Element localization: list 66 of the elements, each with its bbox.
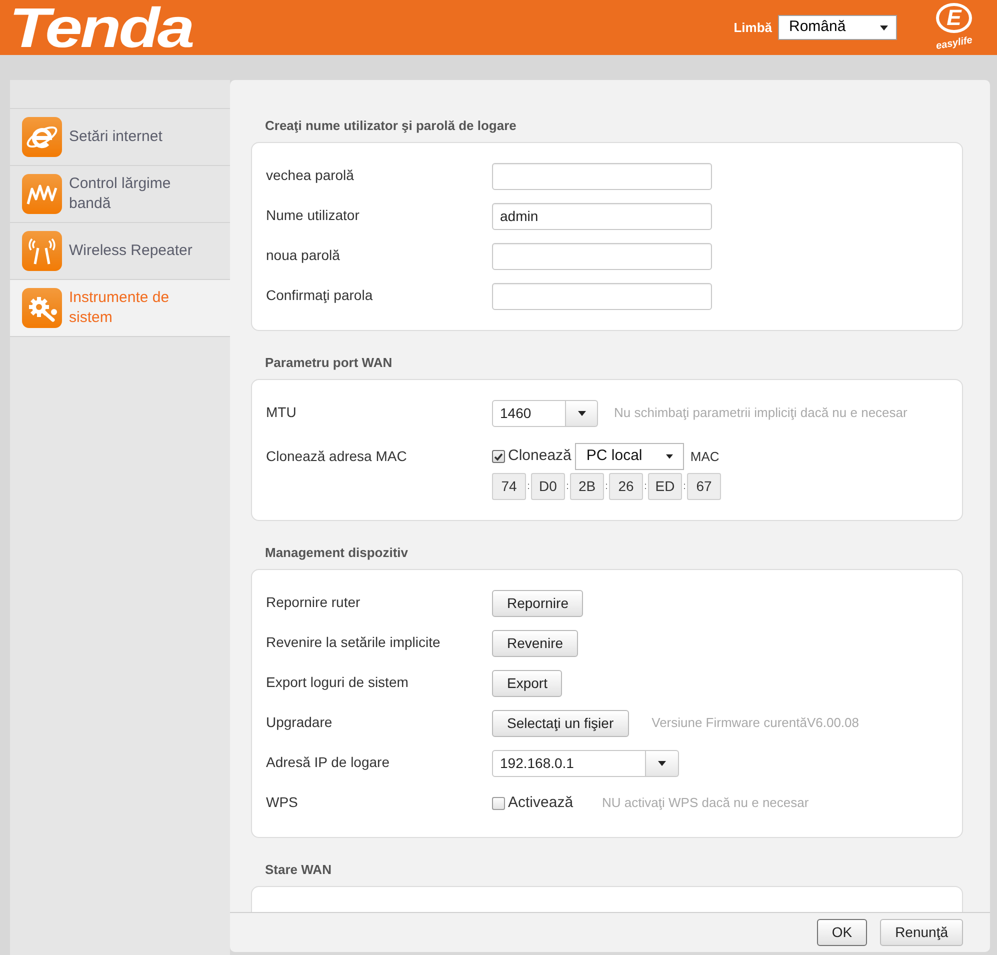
mac-octet-field[interactable]: 26 xyxy=(609,473,643,500)
caret-down-icon xyxy=(880,24,888,30)
action-button[interactable]: Repornire xyxy=(492,590,584,616)
mac-separator: : xyxy=(643,480,648,494)
action-button[interactable]: Selectaţi un fişier xyxy=(492,710,629,736)
checkbox-label: Clonează xyxy=(508,446,572,466)
mac-separator: : xyxy=(682,480,687,494)
field-label: MTU xyxy=(266,404,296,420)
logo-letter: E xyxy=(936,2,972,32)
tenda-logo: Tenda xyxy=(9,0,192,56)
mac-octet-field[interactable]: 67 xyxy=(687,473,721,500)
sidebar-item[interactable]: Setări internet xyxy=(10,109,230,166)
action-button[interactable]: Revenire xyxy=(492,630,578,656)
field-label: Nume utilizator xyxy=(266,207,360,223)
mac-separator: : xyxy=(604,480,609,494)
field-label: vechea parolă xyxy=(266,167,354,183)
text-field[interactable] xyxy=(492,162,712,190)
combo-input[interactable]: 1460 xyxy=(492,400,566,426)
dropdown-button[interactable] xyxy=(566,400,598,426)
field-label: Adresă IP de logare xyxy=(266,754,390,770)
field-label: Upgradare xyxy=(266,714,332,730)
language-label: Limbă xyxy=(734,18,772,37)
mac-octet-field[interactable]: 2B xyxy=(570,473,604,500)
field-label: Revenire la setările implicite xyxy=(266,634,440,650)
footer-button[interactable]: OK xyxy=(816,919,868,946)
hint-text: Versiune Firmware curentăV6.00.08 xyxy=(652,714,859,732)
antenna-icon xyxy=(22,231,62,271)
dropdown-button[interactable] xyxy=(646,750,679,776)
section-title: Parametru port WAN xyxy=(265,354,392,372)
hint-text: NU activaţi WPS dacă nu e necesar xyxy=(602,794,809,812)
text-field[interactable]: admin xyxy=(492,202,712,230)
section-title: Stare WAN xyxy=(265,861,332,880)
section-title: Management dispozitiv xyxy=(265,544,408,562)
caret-down-icon xyxy=(658,760,666,766)
mac-octet-field[interactable]: D0 xyxy=(531,473,565,500)
combo-input[interactable]: 192.168.0.1 xyxy=(492,750,646,776)
e-orbit-icon xyxy=(22,117,62,157)
checkmark-icon xyxy=(494,452,503,460)
field-label: noua parolă xyxy=(266,247,340,263)
sidebar-item[interactable]: Control lărgime bandă xyxy=(10,166,230,223)
gear-wrench-icon xyxy=(22,288,62,328)
hint-text: Nu schimbaţi parametrii impliciţi dacă nu e necesar xyxy=(614,404,908,422)
text-field[interactable] xyxy=(492,242,712,270)
section-title: Creaţi nume utilizator şi parolă de logare xyxy=(265,117,516,136)
mac-separator: : xyxy=(565,480,570,494)
text-field[interactable] xyxy=(492,282,712,310)
language-select[interactable]: Română xyxy=(778,15,897,40)
dropdown-select[interactable]: PC local xyxy=(575,443,684,470)
checkbox[interactable] xyxy=(492,796,505,810)
footer-button[interactable]: Renunţă xyxy=(880,919,963,946)
field-label: Clonează adresa MAC xyxy=(266,448,407,464)
mac-octet-field[interactable]: ED xyxy=(648,473,682,500)
field-label: Confirmaţi parola xyxy=(266,287,373,303)
caret-down-icon xyxy=(666,454,674,459)
checkbox-label: Activează xyxy=(508,792,574,813)
field-label: Repornire ruter xyxy=(266,594,360,610)
checkbox[interactable] xyxy=(492,450,505,463)
field-label: Export loguri de sistem xyxy=(266,674,408,690)
caret-down-icon xyxy=(578,410,586,416)
mac-separator: : xyxy=(526,480,531,494)
logo-tagline: easylife xyxy=(935,35,973,52)
action-button[interactable]: Export xyxy=(492,670,562,696)
zigzag-icon xyxy=(22,174,62,214)
mac-octet-field[interactable]: 74 xyxy=(492,473,526,500)
field-label: WPS xyxy=(266,794,298,810)
mac-label: MAC xyxy=(690,448,720,466)
